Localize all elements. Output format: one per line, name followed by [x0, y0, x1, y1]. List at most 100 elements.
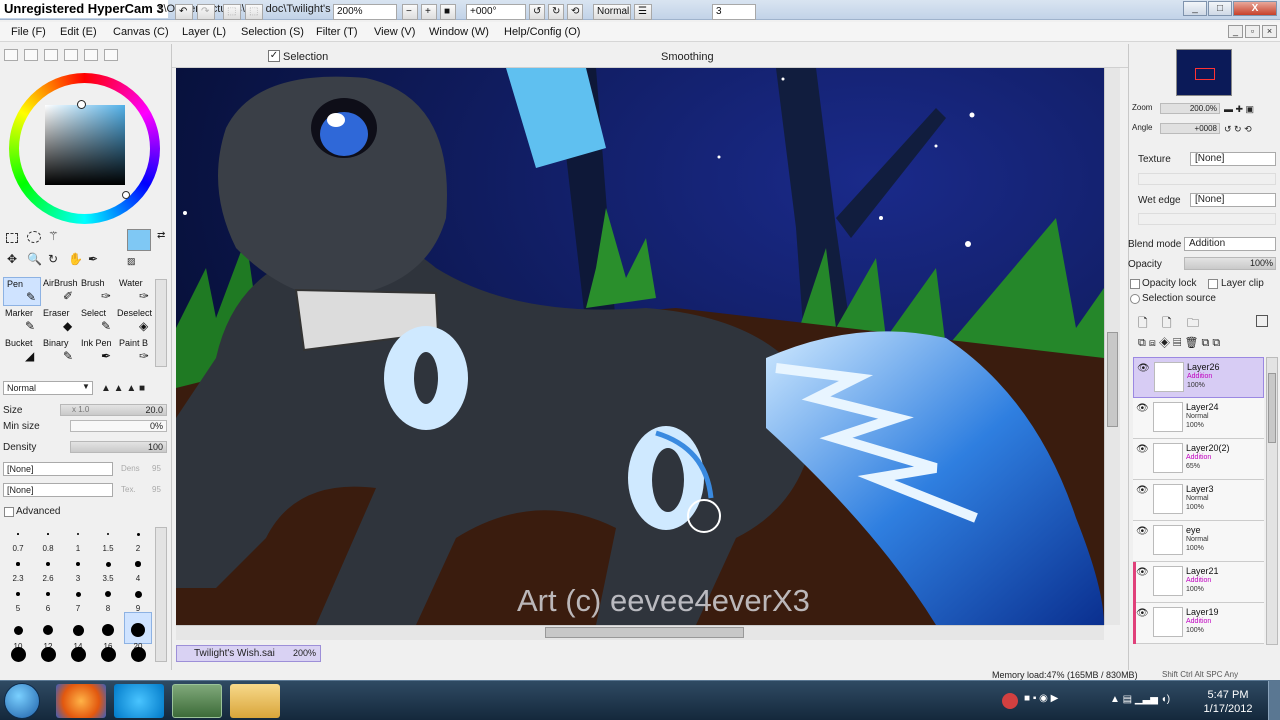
brush-size-preset[interactable] — [46, 562, 50, 566]
rgb-slider-tab-icon[interactable] — [24, 49, 38, 61]
layer-row[interactable]: 👁 Layer20(2) Addition 65% — [1133, 439, 1264, 480]
brush-size-preset[interactable] — [134, 590, 142, 598]
menu-layer[interactable]: Layer (L) — [182, 26, 226, 38]
min-size-slider[interactable]: 0% — [70, 420, 167, 432]
brush-size-scrollbar[interactable] — [155, 527, 167, 662]
taskbar-clock[interactable]: 5:47 PM 1/17/2012 — [1198, 688, 1258, 716]
tool-paint-b[interactable]: Paint B ✑ — [117, 337, 155, 366]
show-desktop-button[interactable] — [1268, 681, 1280, 720]
tool-deselect[interactable]: Deselect ◈ — [117, 307, 155, 336]
move-icon[interactable]: ✥ — [7, 252, 17, 266]
paper-texture-select[interactable]: [None] — [3, 462, 113, 476]
zoom-select[interactable]: 200% — [333, 4, 397, 20]
close-button[interactable]: X — [1233, 1, 1277, 16]
lasso-icon[interactable] — [27, 231, 41, 243]
navigator-viewport[interactable] — [1195, 68, 1215, 80]
menu-edit[interactable]: Edit (E) — [60, 26, 97, 38]
menu-window[interactable]: Window (W) — [429, 26, 489, 38]
document-tab[interactable]: Twilight's Wish.sai 200% — [176, 645, 321, 662]
hue-picker-cursor[interactable] — [122, 191, 130, 199]
system-tray-icons[interactable]: ▲ ▤ ▁▃▅ ◖) — [1110, 694, 1170, 705]
tool-grid-scrollbar[interactable] — [155, 279, 167, 367]
layer-mask-icon[interactable] — [1256, 315, 1268, 327]
brush-size-preset[interactable] — [102, 624, 114, 636]
menu-file[interactable]: File (F) — [11, 26, 46, 38]
layer-visibility-eye-icon[interactable]: 👁 — [1137, 363, 1150, 374]
scratchpad-tab-icon[interactable] — [104, 49, 118, 61]
skype-icon[interactable] — [114, 684, 164, 718]
navigator-preview[interactable] — [1176, 49, 1232, 96]
brush-size-preset[interactable] — [13, 625, 23, 635]
tool-ink-pen[interactable]: Ink Pen ✒ — [79, 337, 117, 366]
swap-colors-icon[interactable]: ⇄ — [157, 230, 165, 241]
layer-row[interactable]: 👁 eye Normal 100% — [1133, 521, 1264, 562]
hypercam-controls[interactable]: ■ ▪ ◉ ▶ — [1024, 693, 1058, 704]
brush-size-preset[interactable] — [16, 592, 20, 596]
brush-size-preset[interactable] — [47, 533, 49, 535]
menu-view[interactable]: View (V) — [374, 26, 415, 38]
tool-select[interactable]: Select ✎ — [79, 307, 117, 336]
layer-visibility-eye-icon[interactable]: 👁 — [1136, 485, 1149, 496]
zoom-reset-icon[interactable]: ■ — [440, 4, 456, 20]
brush-size-preset[interactable] — [77, 533, 79, 535]
tool-eraser[interactable]: Eraser ◆ — [41, 307, 79, 336]
smoothing-select[interactable]: 3 — [712, 4, 756, 20]
menu-filter[interactable]: Filter (T) — [316, 26, 358, 38]
layer-row[interactable]: 👁 Layer21 Addition 100% — [1133, 562, 1264, 603]
nav-angle-slider[interactable]: +0008 — [1160, 123, 1220, 134]
hand-icon[interactable]: ✋ — [68, 252, 83, 266]
brush-size-preset[interactable] — [101, 647, 116, 662]
rotate-right-icon[interactable]: ↻ — [548, 4, 564, 20]
layer-visibility-eye-icon[interactable]: 👁 — [1136, 444, 1149, 455]
new-layer-icon[interactable]: 🗋 — [1138, 314, 1148, 335]
layer-row[interactable]: 👁 Layer26 Addition 100% — [1133, 357, 1264, 398]
nav-rotate-buttons[interactable]: ↺ ↻ ⟲ — [1224, 124, 1252, 135]
color-wheel-tab-icon[interactable] — [4, 49, 18, 61]
brush-size-preset[interactable] — [135, 561, 141, 567]
magic-wand-icon[interactable]: ⚚ — [48, 229, 59, 243]
new-folder-icon[interactable]: 🗀 — [1187, 314, 1199, 335]
layer-actions-row[interactable]: ⧉ ⧈ ◈ ▤ 🗑 ⧉ ⧉ — [1138, 336, 1220, 350]
mdi-minimize-icon[interactable]: _ — [1228, 25, 1243, 38]
brush-tip-shapes[interactable]: ▲ ▲ ▲ ■ — [101, 383, 145, 394]
mdi-restore-icon[interactable]: ▫ — [1245, 25, 1260, 38]
opacity-lock-checkbox[interactable] — [1130, 279, 1140, 289]
saturation-value-square[interactable] — [45, 105, 125, 185]
brush-size-preset[interactable] — [11, 647, 26, 662]
advanced-checkbox[interactable] — [4, 507, 14, 517]
tool-marker[interactable]: Marker ✎ — [3, 307, 41, 336]
brush-shape-select[interactable]: [None] — [3, 483, 113, 497]
new-linework-layer-icon[interactable]: 🗋 — [1162, 314, 1172, 335]
opacity-slider[interactable]: 100% — [1184, 257, 1276, 270]
menu-help-config[interactable]: Help/Config (O) — [504, 26, 580, 38]
tool-binary[interactable]: Binary ✎ — [41, 337, 79, 366]
eyedropper-icon[interactable]: ✒ — [88, 252, 98, 266]
rotate-icon[interactable]: ↻ — [48, 252, 58, 266]
selection-source-radio[interactable] — [1130, 294, 1140, 304]
mdi-close-icon[interactable]: × — [1262, 25, 1277, 38]
hsv-slider-tab-icon[interactable] — [44, 49, 58, 61]
brush-size-preset[interactable] — [16, 562, 20, 566]
brush-size-preset[interactable] — [71, 647, 86, 662]
selection-checkbox[interactable]: ✓ — [268, 50, 280, 62]
blend-mode-select[interactable]: Addition — [1184, 237, 1276, 251]
flip-icon[interactable]: ☰ — [634, 4, 652, 20]
layer-visibility-eye-icon[interactable]: 👁 — [1136, 567, 1149, 578]
layer-row[interactable]: 👁 Layer24 Normal 100% — [1133, 398, 1264, 439]
color-mix-tab-icon[interactable] — [64, 49, 78, 61]
rotation-select[interactable]: +000° — [466, 4, 526, 20]
density-slider[interactable]: 100 — [70, 441, 167, 453]
brush-size-preset[interactable] — [72, 624, 84, 636]
rotate-reset-icon[interactable]: ⟲ — [567, 4, 583, 20]
swatches-tab-icon[interactable] — [84, 49, 98, 61]
start-orb-icon[interactable] — [4, 683, 40, 719]
layer-scroll-thumb[interactable] — [1268, 373, 1276, 443]
rotate-left-icon[interactable]: ↺ — [529, 4, 545, 20]
brush-size-preset[interactable] — [136, 532, 140, 536]
zoom-icon[interactable]: 🔍 — [27, 252, 42, 266]
explorer-folder-icon[interactable] — [230, 684, 280, 718]
zoom-out-icon[interactable]: − — [402, 4, 418, 20]
menu-canvas[interactable]: Canvas (C) — [113, 26, 169, 38]
menu-selection[interactable]: Selection (S) — [241, 26, 304, 38]
layer-list-scrollbar[interactable] — [1266, 357, 1278, 645]
